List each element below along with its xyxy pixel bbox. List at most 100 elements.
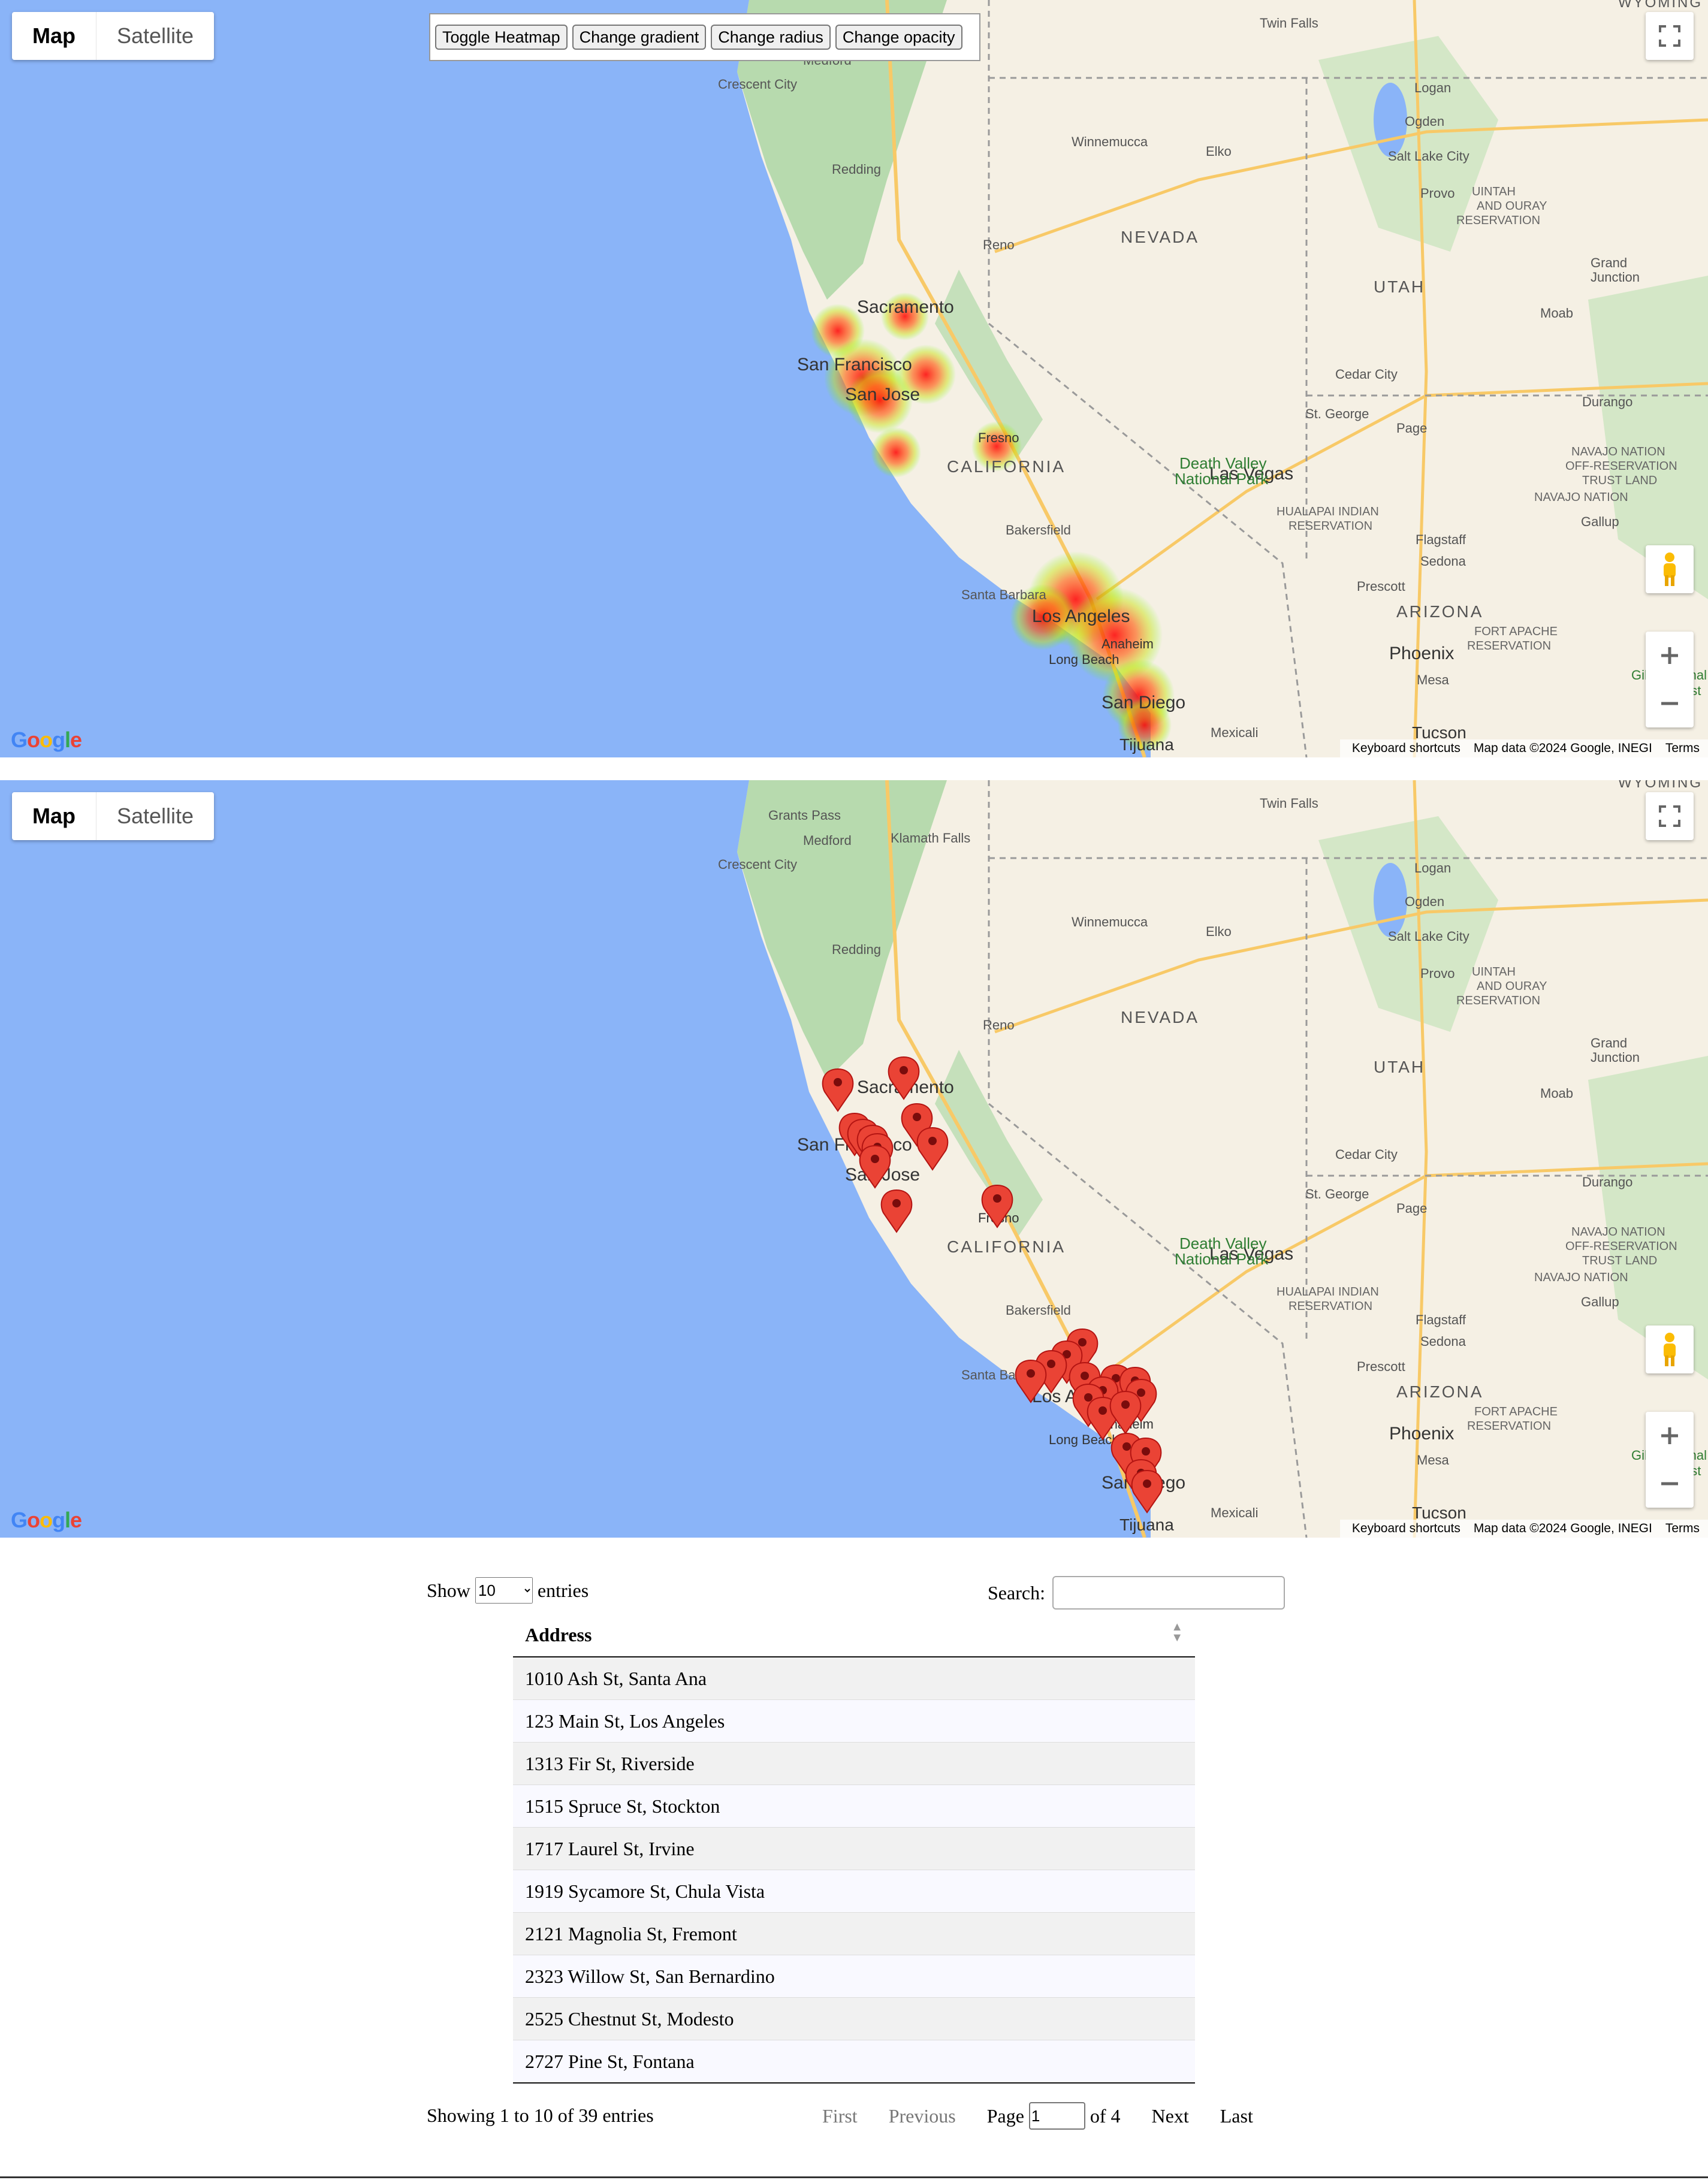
table-info: Showing 1 to 10 of 39 entries [427, 2104, 654, 2126]
fullscreen-button[interactable] [1646, 12, 1694, 60]
svg-text:AND OURAY: AND OURAY [1477, 200, 1547, 213]
table-row[interactable]: 2323 Willow St, San Bernardino [513, 1955, 1195, 1998]
table-row[interactable]: 2727 Pine St, Fontana [513, 2040, 1195, 2084]
zoom-in-button[interactable] [1646, 632, 1694, 680]
map-type-control: Map Satellite [12, 792, 215, 840]
svg-text:Redding: Redding [832, 162, 881, 177]
page-length-select[interactable]: 10 [475, 1577, 533, 1604]
change-gradient-button[interactable]: Change gradient [572, 25, 707, 50]
address-table: Address ▲ ▼ 1010 Ash St, Santa Ana 123 Ma… [513, 1613, 1195, 2084]
map-attribution: Keyboard shortcuts Map data ©2024 Google… [1339, 739, 1708, 757]
map-canvas[interactable]: NEVADA UTAH CALIFORNIA ARIZONA WYOMING S… [0, 780, 1708, 1538]
svg-text:St. George: St. George [1305, 1186, 1369, 1201]
svg-text:FORT APACHE: FORT APACHE [1474, 625, 1558, 638]
street-view-pegman-button[interactable] [1646, 1325, 1694, 1373]
svg-text:UTAH: UTAH [1374, 277, 1425, 296]
address-column-header[interactable]: Address ▲ ▼ [513, 1613, 1195, 1657]
svg-text:Fresno: Fresno [978, 430, 1019, 445]
table-row[interactable]: 1313 Fir St, Riverside [513, 1742, 1195, 1785]
keyboard-shortcuts-link[interactable]: Keyboard shortcuts [1352, 1521, 1460, 1536]
change-radius-button[interactable]: Change radius [711, 25, 831, 50]
svg-text:Phoenix: Phoenix [1389, 1424, 1454, 1444]
table-row[interactable]: 1717 Laurel St, Irvine [513, 1827, 1195, 1870]
map-type-satellite-button[interactable]: Satellite [96, 12, 214, 60]
street-view-pegman-button[interactable] [1646, 545, 1694, 593]
markers-map[interactable]: NEVADA UTAH CALIFORNIA ARIZONA WYOMING S… [0, 780, 1708, 1538]
svg-text:San Diego: San Diego [1102, 693, 1185, 712]
zoom-control [1646, 632, 1694, 727]
heatmap-map[interactable]: NEVADA UTAH CALIFORNIA ARIZONA WYOMING S… [0, 0, 1708, 757]
map-canvas[interactable]: NEVADA UTAH CALIFORNIA ARIZONA WYOMING S… [0, 0, 1708, 757]
change-opacity-button[interactable]: Change opacity [835, 25, 962, 50]
last-page-button[interactable]: Last [1220, 2105, 1253, 2127]
map-type-map-button[interactable]: Map [12, 12, 96, 60]
previous-page-button[interactable]: Previous [889, 2105, 956, 2127]
plus-icon [1661, 647, 1678, 664]
svg-text:Logan: Logan [1414, 80, 1451, 95]
table-row[interactable]: 1010 Ash St, Santa Ana [513, 1656, 1195, 1700]
zoom-in-button[interactable] [1646, 1412, 1694, 1460]
svg-text:Provo: Provo [1420, 186, 1454, 201]
svg-text:Page: Page [1396, 1201, 1427, 1216]
show-label: Show [427, 1579, 470, 1601]
fullscreen-button[interactable] [1646, 792, 1694, 840]
svg-text:TRUST LAND: TRUST LAND [1582, 1254, 1657, 1267]
svg-text:Sedona: Sedona [1420, 554, 1466, 569]
svg-text:Bakersfield: Bakersfield [1006, 523, 1071, 538]
table-row[interactable]: 2121 Magnolia St, Fremont [513, 1912, 1195, 1955]
search-input[interactable] [1052, 1576, 1285, 1610]
svg-text:NAVAJO NATION: NAVAJO NATION [1571, 445, 1665, 458]
svg-text:NAVAJO NATION: NAVAJO NATION [1534, 491, 1628, 504]
svg-text:Twin Falls: Twin Falls [1260, 16, 1318, 31]
address-cell: 123 Main St, Los Angeles [513, 1699, 1195, 1743]
address-cell: 1010 Ash St, Santa Ana [513, 1656, 1195, 1700]
svg-text:NAVAJO NATION: NAVAJO NATION [1571, 1225, 1665, 1239]
svg-text:RESERVATION: RESERVATION [1467, 639, 1551, 653]
next-page-button[interactable]: Next [1152, 2105, 1189, 2127]
svg-text:Flagstaff: Flagstaff [1416, 532, 1466, 547]
svg-text:Gallup: Gallup [1581, 514, 1619, 529]
svg-text:TRUST LAND: TRUST LAND [1582, 474, 1657, 487]
svg-text:National Park: National Park [1175, 1250, 1269, 1268]
map-type-satellite-button[interactable]: Satellite [96, 792, 214, 840]
keyboard-shortcuts-link[interactable]: Keyboard shortcuts [1352, 741, 1460, 756]
column-header-label: Address [525, 1623, 592, 1645]
table-row[interactable]: 2525 Chestnut St, Modesto [513, 1997, 1195, 2040]
svg-text:ARIZONA: ARIZONA [1396, 602, 1483, 621]
svg-text:Durango: Durango [1582, 394, 1632, 409]
svg-text:Grand: Grand [1591, 255, 1627, 270]
toggle-heatmap-button[interactable]: Toggle Heatmap [435, 25, 568, 50]
svg-text:Junction: Junction [1591, 1050, 1640, 1065]
svg-text:Crescent City: Crescent City [718, 77, 797, 92]
svg-text:Salt Lake City: Salt Lake City [1388, 149, 1469, 164]
google-logo[interactable]: Google [11, 1508, 82, 1533]
svg-text:RESERVATION: RESERVATION [1288, 1300, 1372, 1313]
zoom-out-button[interactable] [1646, 1460, 1694, 1508]
table-row[interactable]: 1515 Spruce St, Stockton [513, 1785, 1195, 1828]
address-cell: 1717 Laurel St, Irvine [513, 1827, 1195, 1870]
first-page-button[interactable]: First [822, 2105, 858, 2127]
svg-text:OFF-RESERVATION: OFF-RESERVATION [1565, 1240, 1677, 1253]
salt-lake [1374, 863, 1407, 937]
svg-text:San Jose: San Jose [845, 385, 920, 404]
table-search: Search: [988, 1576, 1285, 1610]
terms-link[interactable]: Terms [1665, 741, 1700, 756]
zoom-out-button[interactable] [1646, 680, 1694, 727]
terms-link[interactable]: Terms [1665, 1521, 1700, 1536]
map-type-map-button[interactable]: Map [12, 792, 96, 840]
svg-text:WYOMING: WYOMING [1618, 780, 1703, 791]
svg-text:St. George: St. George [1305, 406, 1369, 421]
svg-text:HUALAPAI INDIAN: HUALAPAI INDIAN [1277, 505, 1379, 518]
table-row[interactable]: 1919 Sycamore St, Chula Vista [513, 1870, 1195, 1913]
page-number-input[interactable] [1028, 2102, 1085, 2130]
table-row[interactable]: 123 Main St, Los Angeles [513, 1699, 1195, 1743]
svg-text:Reno: Reno [983, 237, 1015, 252]
svg-text:AND OURAY: AND OURAY [1477, 980, 1547, 993]
svg-text:Prescott: Prescott [1357, 1359, 1405, 1374]
svg-text:Durango: Durango [1582, 1174, 1632, 1189]
svg-text:Logan: Logan [1414, 860, 1451, 875]
svg-text:Mesa: Mesa [1417, 1453, 1450, 1468]
svg-text:Gallup: Gallup [1581, 1294, 1619, 1309]
svg-text:FORT APACHE: FORT APACHE [1474, 1405, 1558, 1418]
google-logo[interactable]: Google [11, 727, 82, 753]
